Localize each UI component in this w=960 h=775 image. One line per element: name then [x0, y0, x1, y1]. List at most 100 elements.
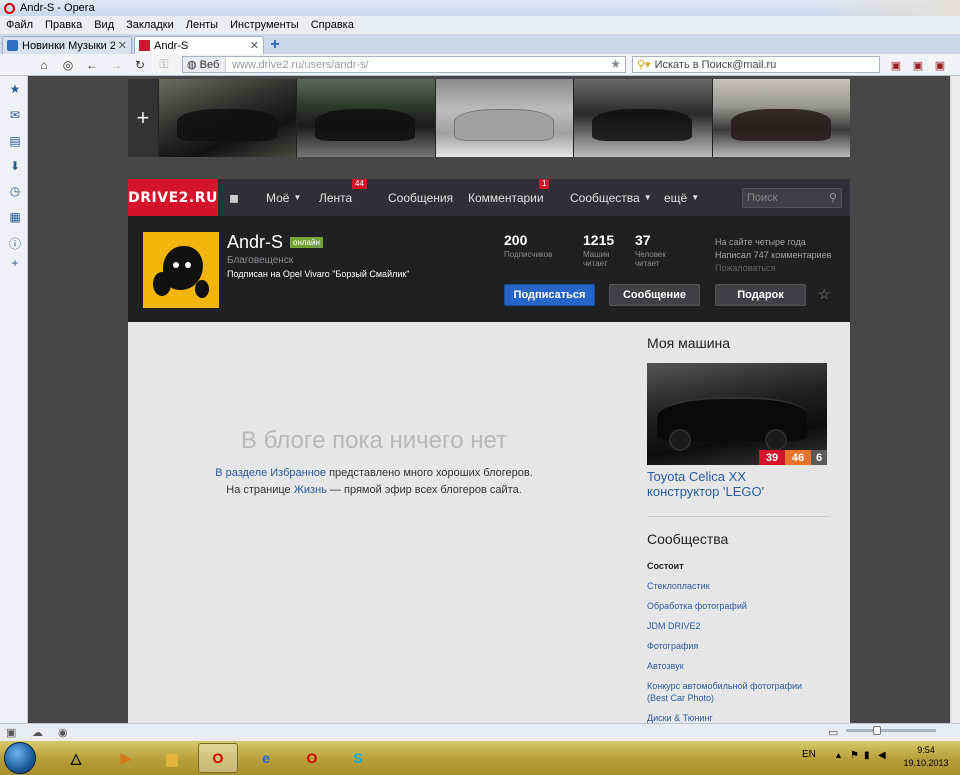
notify-icon[interactable]: ◼: [229, 179, 239, 216]
stat-subscribers[interactable]: 200 Подписчиков: [504, 232, 552, 259]
mail-icon[interactable]: ✉: [8, 108, 22, 122]
menu-feeds[interactable]: Ленты: [186, 19, 218, 31]
message-button[interactable]: Сообщение: [609, 284, 700, 306]
featured-link[interactable]: В разделе Избранное: [215, 467, 326, 479]
profile-subscription[interactable]: Подписан на Opel Vivaro "Борзый Смайлик": [227, 269, 410, 279]
site-search-input[interactable]: Поиск ⚲: [742, 188, 842, 208]
subscribe-button[interactable]: Подписаться: [504, 284, 595, 306]
speed-dial-icon[interactable]: ◎: [58, 56, 78, 74]
gift-button[interactable]: Подарок: [715, 284, 806, 306]
back-icon[interactable]: ←: [82, 56, 102, 74]
close-tab-icon[interactable]: ✕: [118, 39, 127, 52]
language-indicator[interactable]: EN: [802, 749, 816, 760]
menu-file[interactable]: Файл: [6, 19, 33, 31]
chevron-down-icon: ▼: [643, 193, 652, 202]
fit-width-icon[interactable]: ▭: [828, 726, 838, 739]
reload-icon[interactable]: ↻: [130, 56, 150, 74]
community-link[interactable]: JDM DRIVE2: [647, 620, 802, 632]
banner-photo[interactable]: [435, 79, 574, 157]
zoom-slider-knob[interactable]: [873, 726, 881, 735]
profile-meta: На сайте четыре года Написал 747 коммент…: [715, 236, 831, 275]
panel-toggle-icon[interactable]: ▣: [6, 726, 16, 739]
community-link-continued[interactable]: (Best Car Photo): [647, 692, 802, 704]
extension-icon-3[interactable]: ▣: [932, 57, 948, 73]
banner-photo[interactable]: [158, 79, 297, 157]
stat-cars-read[interactable]: 1215 Машин читает: [583, 232, 614, 268]
opera-taskbar-icon-2[interactable]: O: [292, 743, 332, 773]
nav-comments[interactable]: Комментарии: [468, 179, 544, 216]
ie-taskbar-icon[interactable]: e: [246, 743, 286, 773]
flag-icon[interactable]: ⚑: [850, 750, 859, 761]
site-navigation: DRIVE2.RU ◼ Моё ▼ Лента 44 Сообщения Комм…: [128, 179, 850, 216]
info-icon[interactable]: ⓘ: [8, 236, 22, 251]
bookmarks-star-icon[interactable]: ★: [8, 82, 22, 96]
community-link[interactable]: Конкурс автомобильной фотографии: [647, 680, 802, 692]
community-link[interactable]: Фотография: [647, 640, 802, 652]
community-link[interactable]: Стеклопластик: [647, 580, 802, 592]
vertical-scrollbar[interactable]: [950, 76, 960, 723]
search-engine-icon[interactable]: ⚲▾: [637, 58, 651, 71]
menu-edit[interactable]: Правка: [45, 19, 82, 31]
nav-feed[interactable]: Лента: [319, 179, 352, 216]
avatar[interactable]: [143, 232, 219, 308]
favorite-star-icon[interactable]: ☆: [818, 286, 831, 303]
add-photo-button[interactable]: +: [128, 79, 158, 157]
car-photo[interactable]: 39 46 6: [647, 363, 827, 465]
zoom-slider[interactable]: [846, 729, 936, 732]
add-panel-icon[interactable]: +: [8, 256, 22, 270]
tray-arrow-icon[interactable]: ▴: [836, 750, 841, 761]
banner-photo[interactable]: [297, 79, 435, 157]
car-name-link[interactable]: Toyota Celica XX конструктор 'LEGO': [647, 469, 764, 499]
address-bar[interactable]: ◍ Веб www.drive2.ru/users/andr-s/ ★: [182, 56, 626, 73]
search-icon[interactable]: ⚲: [829, 191, 837, 204]
stat-people-read[interactable]: 37 Человек читает: [635, 232, 666, 268]
car-shape: [176, 109, 277, 141]
turbo-icon[interactable]: ◉: [58, 726, 68, 739]
banner-photo[interactable]: [574, 79, 712, 157]
url-text[interactable]: www.drive2.ru/users/andr-s/: [226, 59, 368, 71]
network-icon[interactable]: ▮: [864, 750, 870, 761]
community-link[interactable]: Автозвук: [647, 660, 802, 672]
menu-bookmarks[interactable]: Закладки: [126, 19, 174, 31]
banner-photo[interactable]: [712, 79, 850, 157]
start-button[interactable]: [4, 742, 36, 774]
media-player-icon[interactable]: ▶: [106, 743, 146, 773]
nav-communities[interactable]: Сообщества ▼: [570, 179, 652, 216]
notes-icon[interactable]: ▤: [8, 134, 22, 148]
cloud-icon[interactable]: ☁: [32, 726, 43, 739]
extension-icon-2[interactable]: ▣: [910, 57, 926, 73]
menu-view[interactable]: Вид: [94, 19, 114, 31]
close-tab-icon[interactable]: ✕: [250, 39, 259, 52]
opera-taskbar-icon[interactable]: O: [198, 743, 238, 773]
explorer-folder-icon[interactable]: ▆: [152, 743, 192, 773]
nav-my[interactable]: Моё ▼: [266, 179, 301, 216]
car-rating-chips: 39 46 6: [759, 450, 827, 465]
system-clock[interactable]: 9:54 19.10.2013: [896, 744, 956, 770]
life-link[interactable]: Жизнь: [294, 484, 327, 496]
forward-icon[interactable]: →: [106, 56, 126, 74]
taskbar-app-icon[interactable]: △: [56, 743, 96, 773]
report-link[interactable]: Пожаловаться: [715, 262, 831, 275]
tab-andr-s[interactable]: Andr-S ✕: [134, 36, 264, 54]
community-link[interactable]: Обработка фотографий: [647, 600, 802, 612]
skype-taskbar-icon[interactable]: S: [338, 743, 378, 773]
community-link[interactable]: Диски & Тюнинг: [647, 712, 802, 723]
drive2-logo[interactable]: DRIVE2.RU: [128, 179, 218, 216]
nav-messages-label: Сообщения: [388, 190, 454, 205]
nav-more[interactable]: ещё ▼: [664, 179, 699, 216]
extension-icon[interactable]: ▣: [888, 57, 904, 73]
home-icon[interactable]: ⌂: [34, 56, 54, 74]
new-tab-button[interactable]: +: [266, 36, 284, 54]
downloads-icon[interactable]: ⬇: [8, 159, 22, 173]
stat-number: 200: [504, 232, 528, 248]
search-field[interactable]: ⚲▾ Искать в Поиск@mail.ru: [632, 56, 880, 73]
bookmark-star-icon[interactable]: ★: [610, 57, 621, 71]
history-icon[interactable]: ◷: [8, 184, 22, 198]
nav-messages[interactable]: Сообщения: [388, 179, 453, 216]
volume-icon[interactable]: ◀: [878, 750, 886, 761]
menu-tools[interactable]: Инструменты: [230, 19, 299, 31]
key-icon[interactable]: ⚿: [154, 56, 174, 74]
panels-icon[interactable]: ▦: [8, 210, 22, 224]
tab-music[interactable]: Новинки Музыки 2013... ✕: [2, 36, 132, 54]
menu-help[interactable]: Справка: [311, 19, 354, 31]
